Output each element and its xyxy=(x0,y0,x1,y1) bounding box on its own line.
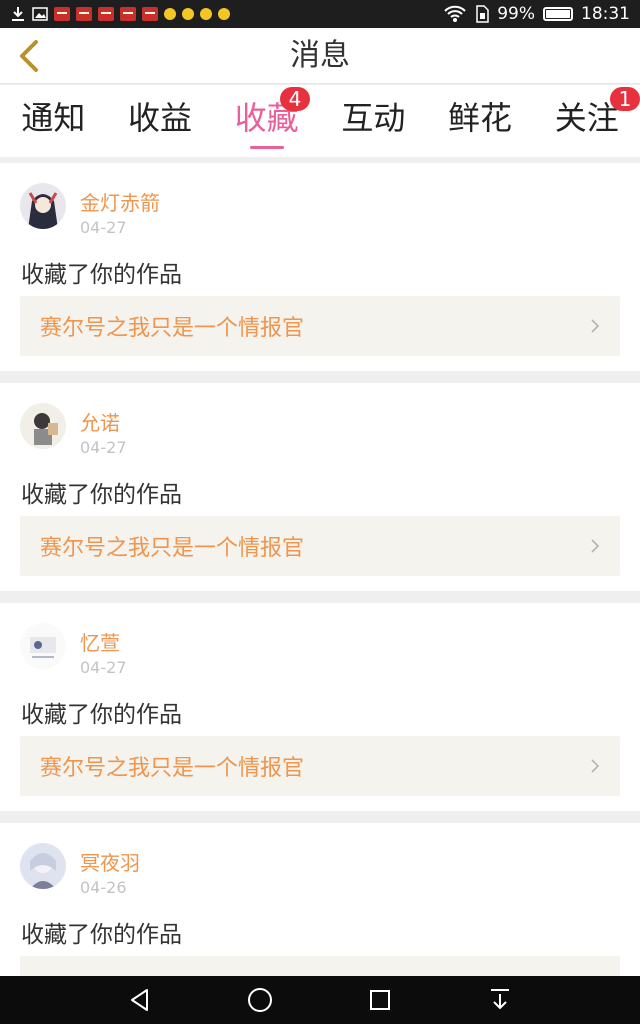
username[interactable]: 金灯赤箭 xyxy=(80,187,160,216)
battery-icon xyxy=(543,7,573,21)
tab-1[interactable]: 收益 xyxy=(107,85,214,157)
nav-home-button[interactable] xyxy=(244,984,276,1016)
message-date: 04-27 xyxy=(80,658,127,677)
system-nav-bar xyxy=(0,976,640,1024)
battery-percent: 99% xyxy=(497,4,535,24)
avatar[interactable] xyxy=(20,623,66,669)
message-card: 忆萱 04-27 收藏了你的作品赛尔号之我只是一个情报官 xyxy=(0,603,640,811)
back-button[interactable] xyxy=(10,38,46,74)
gift-icon xyxy=(54,7,70,21)
bulb-icon xyxy=(218,8,230,20)
app-header: 消息 xyxy=(0,28,640,84)
page-title: 消息 xyxy=(290,38,350,73)
tab-active-indicator xyxy=(249,146,284,149)
wifi-icon xyxy=(444,5,466,22)
work-title: 赛尔号之我只是一个情报官 xyxy=(40,536,305,561)
chevron-right-icon xyxy=(591,319,600,333)
work-title: 赛尔号之我只是一个情报官 xyxy=(40,316,305,341)
message-tabs: 通知 收益 收藏 4 互动 鲜花 关注 1 xyxy=(0,85,640,157)
tab-0[interactable]: 通知 xyxy=(0,85,107,157)
gift-icon xyxy=(120,7,136,21)
message-card: 允诺 04-27 收藏了你的作品赛尔号之我只是一个情报官 xyxy=(0,383,640,591)
avatar[interactable] xyxy=(20,843,66,889)
nav-recents-button[interactable] xyxy=(364,984,396,1016)
recents-square-icon xyxy=(370,990,390,1010)
status-bar: 99% 18:31 xyxy=(0,0,640,28)
tab-label: 鲜花 xyxy=(448,99,513,137)
message-date: 04-27 xyxy=(80,438,127,457)
work-link[interactable]: 赛尔号之我只是一个情报官 xyxy=(20,296,620,356)
avatar[interactable] xyxy=(20,183,66,229)
nav-back-button[interactable] xyxy=(124,984,156,1016)
username[interactable]: 允诺 xyxy=(80,407,120,436)
message-text: 收藏了你的作品 xyxy=(21,482,182,508)
download-icon xyxy=(12,7,24,21)
battery-level xyxy=(546,10,570,18)
tab-5[interactable]: 关注 1 xyxy=(533,85,640,157)
image-icon xyxy=(32,7,48,21)
chevron-left-icon xyxy=(20,40,38,72)
notification-pull-icon xyxy=(491,989,509,1010)
tab-label: 收益 xyxy=(128,99,193,137)
tab-label: 通知 xyxy=(21,99,86,137)
message-text: 收藏了你的作品 xyxy=(21,702,182,728)
message-list: 金灯赤箭 04-27 收藏了你的作品 赛尔号之我只是一个情报官 允诺 04-27 收藏了你的… xyxy=(0,157,640,976)
message-date: 04-27 xyxy=(80,218,127,237)
tab-4[interactable]: 鲜花 xyxy=(427,85,534,157)
clock: 18:31 xyxy=(581,4,630,24)
gift-icon xyxy=(142,7,158,21)
bulb-icon xyxy=(200,8,212,20)
work-link[interactable]: 赛尔号之我只是一个情报官 xyxy=(20,956,620,976)
chevron-right-icon xyxy=(591,759,600,773)
avatar[interactable] xyxy=(20,403,66,449)
message-card: 金灯赤箭 04-27 收藏了你的作品赛尔号之我只是一个情报官 xyxy=(0,163,640,371)
tab-label: 关注 xyxy=(554,99,619,137)
home-circle-icon xyxy=(248,988,272,1012)
username[interactable]: 冥夜羽 xyxy=(80,847,140,876)
work-link[interactable]: 赛尔号之我只是一个情报官 xyxy=(20,736,620,796)
work-title: 赛尔号之我只是一个情报官 xyxy=(40,756,305,781)
tab-2[interactable]: 收藏 4 xyxy=(213,85,320,157)
message-text: 收藏了你的作品 xyxy=(21,922,182,948)
sim-icon xyxy=(476,5,489,23)
tab-badge: 4 xyxy=(280,87,311,111)
bulb-icon xyxy=(182,8,194,20)
chevron-right-icon xyxy=(591,539,600,553)
bulb-icon xyxy=(164,8,176,20)
gift-icon xyxy=(98,7,114,21)
work-link[interactable]: 赛尔号之我只是一个情报官 xyxy=(20,516,620,576)
tab-badge: 1 xyxy=(610,87,640,111)
gift-icon xyxy=(76,7,92,21)
message-card: 冥夜羽 04-26 收藏了你的作品赛尔号之我只是一个情报官 xyxy=(0,823,640,976)
message-text: 收藏了你的作品 xyxy=(21,262,182,288)
username[interactable]: 忆萱 xyxy=(80,627,120,656)
tab-3[interactable]: 互动 xyxy=(320,85,427,157)
nav-notification-button[interactable] xyxy=(484,984,516,1016)
message-date: 04-26 xyxy=(80,878,127,897)
tab-label: 互动 xyxy=(341,99,406,137)
back-triangle-icon xyxy=(131,989,148,1011)
